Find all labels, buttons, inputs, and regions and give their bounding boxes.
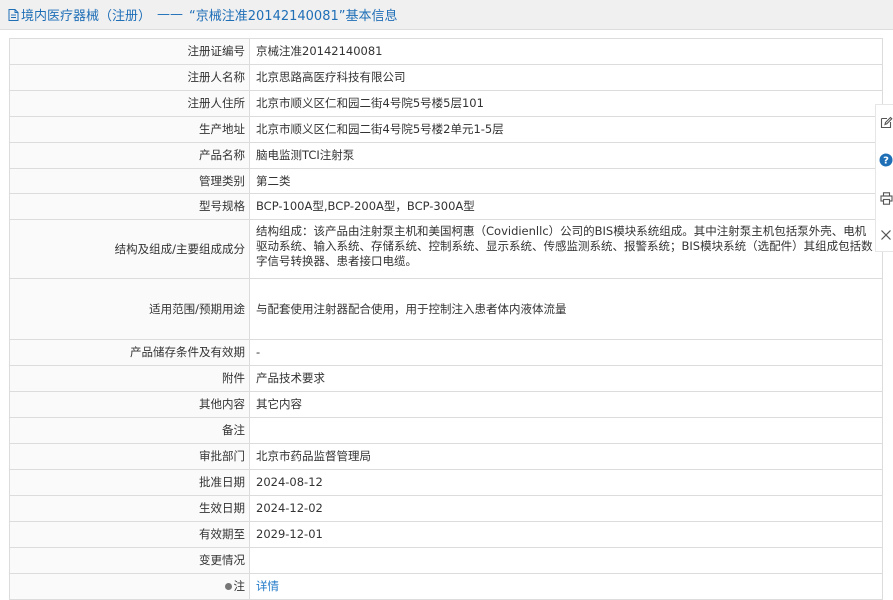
- row-label: 型号规格: [9, 193, 250, 220]
- table-row: 其他内容 其它内容: [9, 391, 883, 418]
- row-value: 北京市顺义区仁和园二街4号院5号楼5层101: [249, 90, 883, 117]
- row-label: 产品名称: [9, 142, 250, 169]
- row-value: BCP-100A型,BCP-200A型，BCP-300A型: [249, 193, 883, 220]
- edit-icon: [880, 116, 893, 128]
- row-value: 2024-12-02: [249, 495, 883, 522]
- table-row: 产品储存条件及有效期 -: [9, 339, 883, 366]
- table-row: 生产地址 北京市顺义区仁和园二街4号院5号楼2单元1-5层: [9, 116, 883, 143]
- side-toolbar: ?: [875, 104, 893, 252]
- row-label: 生产地址: [9, 116, 250, 143]
- bulb-icon: [224, 583, 232, 590]
- row-value: 北京思路高医疗科技有限公司: [249, 64, 883, 91]
- row-value: [249, 417, 883, 444]
- row-label: 管理类别: [9, 168, 250, 194]
- table-row: 管理类别 第二类: [9, 168, 883, 194]
- row-label: 注册人名称: [9, 64, 250, 91]
- details-link[interactable]: 详情: [256, 579, 279, 593]
- table-row: 批准日期 2024-08-12: [9, 469, 883, 496]
- note-label-cell: 注: [9, 573, 250, 600]
- edit-button[interactable]: [879, 115, 893, 129]
- table-row: 注册人住所 北京市顺义区仁和园二街4号院5号楼5层101: [9, 90, 883, 117]
- table-row: 注册人名称 北京思路高医疗科技有限公司: [9, 64, 883, 91]
- svg-text:?: ?: [883, 156, 889, 167]
- detail-table-container: 注册证编号 京械注准20142140081 注册人名称 北京思路高医疗科技有限公…: [9, 38, 883, 600]
- table-row: 适用范围/预期用途 与配套使用注射器配合使用，用于控制注入患者体内液体流量: [9, 278, 883, 340]
- help-icon: ?: [879, 153, 893, 167]
- print-icon: [879, 191, 893, 205]
- close-button[interactable]: [879, 228, 893, 242]
- document-icon: [8, 8, 19, 21]
- note-label: 注: [233, 579, 246, 593]
- row-label: 变更情况: [9, 547, 250, 574]
- row-value: 2024-08-12: [249, 469, 883, 496]
- row-label: 批准日期: [9, 469, 250, 496]
- row-label: 有效期至: [9, 521, 250, 548]
- row-label: 适用范围/预期用途: [9, 278, 250, 340]
- row-value: -: [249, 339, 883, 366]
- table-row: 备注: [9, 417, 883, 444]
- table-row-note: 注 详情: [9, 573, 883, 600]
- table-row: 注册证编号 京械注准20142140081: [9, 38, 883, 65]
- close-icon: [881, 230, 891, 240]
- header-separator: ——: [157, 7, 184, 22]
- row-label: 备注: [9, 417, 250, 444]
- row-value: 2029-12-01: [249, 521, 883, 548]
- table-row: 结构及组成/主要组成成分 结构组成：该产品由注射泵主机和美国柯惠（Covidie…: [9, 219, 883, 279]
- header-section: 境内医疗器械（注册）: [21, 9, 152, 24]
- row-label: 附件: [9, 365, 250, 392]
- row-value: [249, 547, 883, 574]
- row-label: 注册人住所: [9, 90, 250, 117]
- help-button[interactable]: ?: [879, 153, 893, 167]
- row-value: 京械注准20142140081: [249, 38, 883, 65]
- row-label: 生效日期: [9, 495, 250, 522]
- row-value: 北京市顺义区仁和园二街4号院5号楼2单元1-5层: [249, 116, 883, 143]
- row-label: 其他内容: [9, 391, 250, 418]
- row-label: 审批部门: [9, 443, 250, 470]
- table-row: 有效期至 2029-12-01: [9, 521, 883, 548]
- table-row: 型号规格 BCP-100A型,BCP-200A型，BCP-300A型: [9, 193, 883, 220]
- row-value: 产品技术要求: [249, 365, 883, 392]
- detail-table: 注册证编号 京械注准20142140081 注册人名称 北京思路高医疗科技有限公…: [9, 38, 883, 600]
- page-header: 境内医疗器械（注册） —— “京械注准20142140081”基本信息: [0, 0, 893, 30]
- row-value: 与配套使用注射器配合使用，用于控制注入患者体内液体流量: [249, 278, 883, 340]
- table-row: 附件 产品技术要求: [9, 365, 883, 392]
- table-row: 变更情况: [9, 547, 883, 574]
- row-value: 结构组成：该产品由注射泵主机和美国柯惠（Covidienllc）公司的BIS模块…: [249, 219, 883, 279]
- table-row: 产品名称 脑电监测TCI注射泵: [9, 142, 883, 169]
- row-label: 结构及组成/主要组成成分: [9, 219, 250, 279]
- row-value: 北京市药品监督管理局: [249, 443, 883, 470]
- note-value-cell: 详情: [249, 573, 883, 600]
- table-row: 审批部门 北京市药品监督管理局: [9, 443, 883, 470]
- row-value: 脑电监测TCI注射泵: [249, 142, 883, 169]
- row-label: 注册证编号: [9, 38, 250, 65]
- table-row: 生效日期 2024-12-02: [9, 495, 883, 522]
- row-value: 第二类: [249, 168, 883, 194]
- header-title: “京械注准20142140081”基本信息: [189, 9, 398, 24]
- row-value: 其它内容: [249, 391, 883, 418]
- print-button[interactable]: [879, 191, 893, 205]
- row-label: 产品储存条件及有效期: [9, 339, 250, 366]
